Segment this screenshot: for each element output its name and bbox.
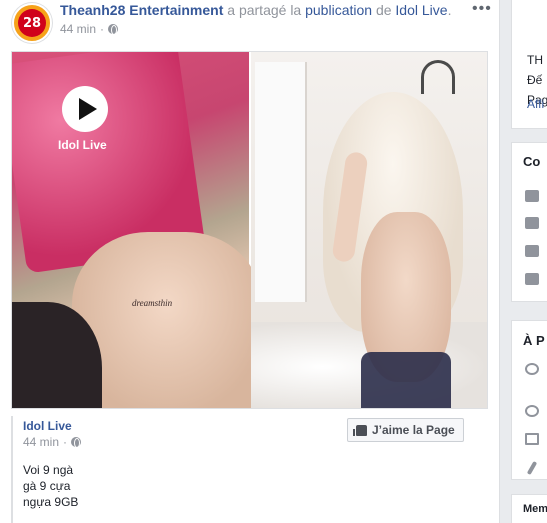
edit-pencil-icon — [526, 460, 538, 476]
window-shape — [255, 62, 307, 302]
right-card-members: Mem — [511, 494, 547, 523]
rss-icon — [525, 245, 539, 257]
globe-icon — [525, 405, 539, 417]
cat-ears-shape — [421, 60, 455, 94]
avatar-logo: 28 — [18, 9, 46, 37]
post-text-line: gà 9 cựa — [23, 479, 71, 493]
header-period: . — [447, 2, 452, 18]
image-logo-text: Idol Live — [58, 138, 107, 152]
post-meta: 44 min · — [60, 22, 119, 36]
right-card-about: À P — [511, 320, 547, 480]
tattoo-text: dreamsthin — [132, 298, 173, 308]
more-options-icon[interactable]: ••• — [472, 0, 492, 18]
source-page-link[interactable]: Idol Live — [395, 2, 447, 18]
author-link[interactable]: Theanh28 Entertainment — [60, 2, 223, 18]
page-avatar[interactable]: 28 — [12, 3, 52, 43]
right-card-title: Co — [523, 154, 541, 169]
post-header: Theanh28 Entertainment a partagé la publ… — [60, 2, 451, 18]
thumbs-up-icon — [353, 424, 367, 436]
lace-shape — [361, 352, 451, 408]
post-time[interactable]: 44 min — [60, 22, 96, 36]
play-logo-icon — [62, 86, 108, 132]
right-card-community: Co — [511, 142, 547, 302]
right-card-page-info: TH Đế Pag Affi — [511, 0, 547, 129]
right-card-title: Mem — [523, 503, 547, 515]
dot-separator: · — [100, 22, 105, 36]
globe-icon — [108, 24, 119, 35]
post-card: 28 Theanh28 Entertainment a partagé la p… — [0, 0, 500, 523]
like-page-button[interactable]: J’aime la Page — [347, 418, 464, 442]
photo-left: Idol Live dreamsthin — [12, 52, 262, 408]
people-icon — [525, 190, 539, 202]
messenger-icon — [525, 363, 539, 375]
friends-icon — [525, 273, 539, 285]
publication-link[interactable]: publication — [305, 2, 372, 18]
de-text: de — [375, 2, 392, 18]
like-icon — [525, 217, 539, 229]
original-meta: 44 min · — [23, 435, 82, 449]
post-text-line: ngựa 9GB — [23, 495, 79, 509]
right-card-title: À P — [523, 333, 545, 348]
photo-right — [251, 52, 487, 408]
shared-image[interactable]: Idol Live dreamsthin — [11, 51, 488, 409]
info-box-icon — [525, 433, 539, 445]
shared-text: a partagé la — [227, 2, 302, 18]
like-page-label: J’aime la Page — [372, 423, 455, 437]
original-post: Idol Live 44 min · J’aime la Page Voi 9 … — [11, 416, 489, 523]
right-text: Đế — [527, 73, 543, 87]
dot-separator: · — [63, 435, 68, 449]
post-text: Voi 9 ngà gà 9 cựa ngựa 9GB — [23, 462, 78, 510]
original-page-name[interactable]: Idol Live — [23, 419, 72, 433]
right-link[interactable]: Affi — [527, 97, 544, 111]
right-text: TH — [527, 53, 543, 67]
globe-icon — [71, 437, 82, 448]
post-text-line: Voi 9 ngà — [23, 463, 74, 477]
original-time[interactable]: 44 min — [23, 435, 59, 449]
